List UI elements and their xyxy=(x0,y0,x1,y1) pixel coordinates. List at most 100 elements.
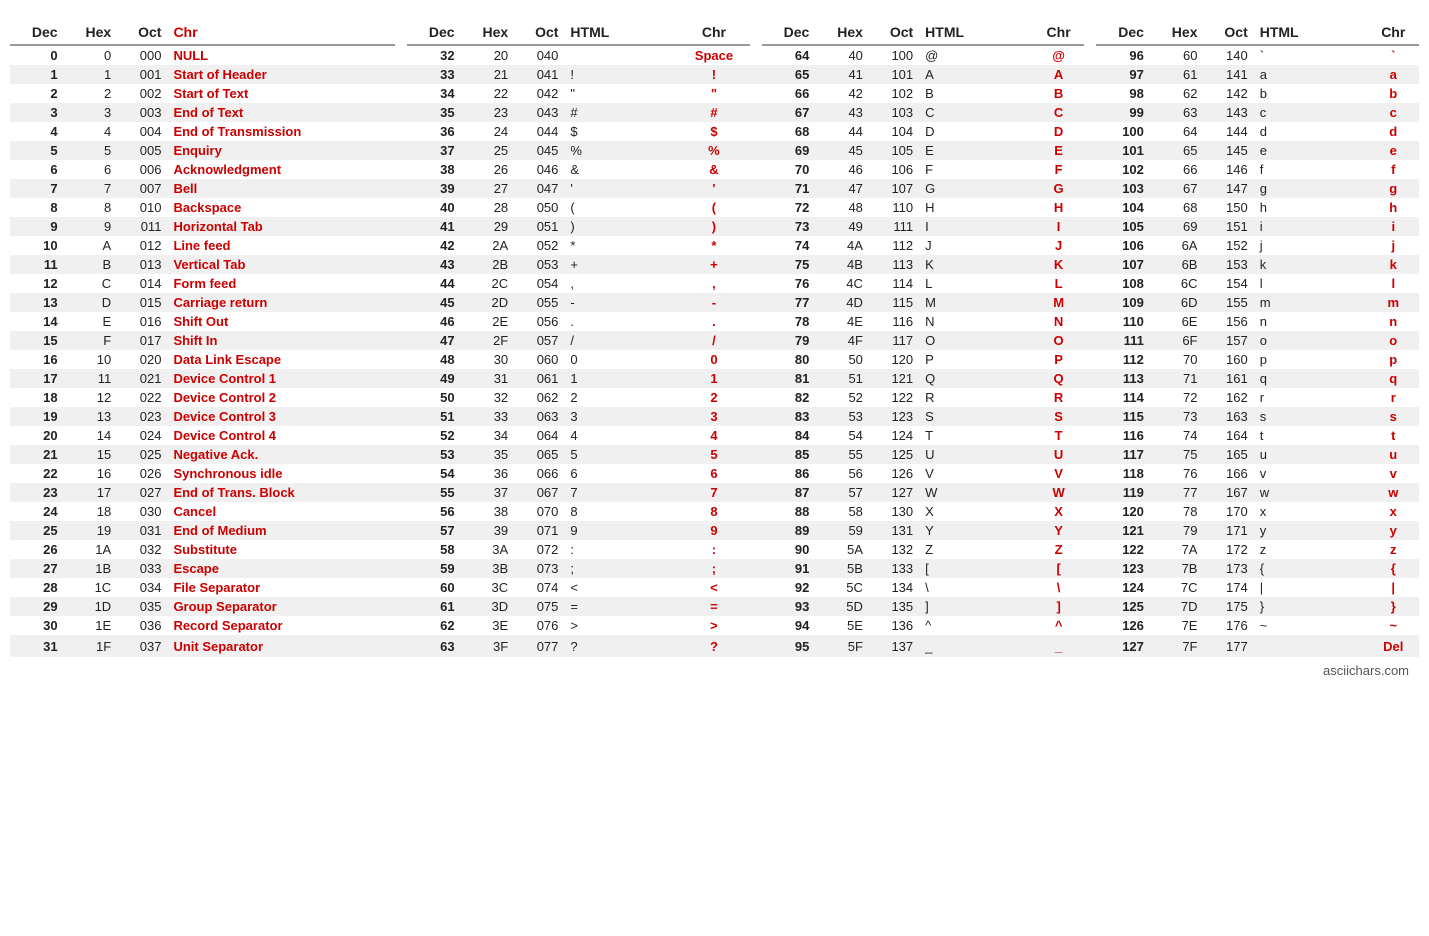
dec-4: 104 xyxy=(1096,198,1150,217)
dec-2: 44 xyxy=(407,274,461,293)
oct-2: 050 xyxy=(514,198,564,217)
table-row: 16 10 020 Data Link Escape 48 30 060 0 0… xyxy=(10,350,1419,369)
oct-4: 174 xyxy=(1203,578,1253,597)
oct-4: 166 xyxy=(1203,464,1253,483)
oct-1: 034 xyxy=(117,578,167,597)
hex-2: 21 xyxy=(461,65,515,84)
dec-1: 27 xyxy=(10,559,64,578)
chr-3: ] xyxy=(1033,597,1084,616)
hex-2: 3F xyxy=(461,635,515,657)
oct-1: 031 xyxy=(117,521,167,540)
chr-4: z xyxy=(1368,540,1420,559)
dec-3: 95 xyxy=(762,635,816,657)
oct-2: 072 xyxy=(514,540,564,559)
html-2: 2 xyxy=(564,388,678,407)
chr-2: * xyxy=(678,236,750,255)
chr-2: ! xyxy=(678,65,750,84)
html-4: a xyxy=(1254,65,1368,84)
hex-4: 7A xyxy=(1150,540,1204,559)
dec-3: 64 xyxy=(762,45,816,65)
dec-2: 58 xyxy=(407,540,461,559)
html-2: = xyxy=(564,597,678,616)
chr-3: K xyxy=(1033,255,1084,274)
hex-2: 33 xyxy=(461,407,515,426)
html-3: N xyxy=(919,312,1033,331)
col-html-4: HTML xyxy=(1254,20,1368,45)
oct-1: 003 xyxy=(117,103,167,122)
dec-4: 114 xyxy=(1096,388,1150,407)
dec-4: 110 xyxy=(1096,312,1150,331)
chr-4: i xyxy=(1368,217,1420,236)
hex-2: 2A xyxy=(461,236,515,255)
oct-2: 064 xyxy=(514,426,564,445)
dec-2: 47 xyxy=(407,331,461,350)
html-3: ] xyxy=(919,597,1033,616)
oct-3: 107 xyxy=(869,179,919,198)
hex-2: 3B xyxy=(461,559,515,578)
hex-3: 58 xyxy=(815,502,869,521)
table-row: 6 6 006 Acknowledgment 38 26 046 & & 70 … xyxy=(10,160,1419,179)
hex-1: 1 xyxy=(64,65,118,84)
hex-3: 50 xyxy=(815,350,869,369)
dec-3: 82 xyxy=(762,388,816,407)
page-wrapper: { "title": "ASCII Character Table", "foo… xyxy=(0,0,1429,936)
dec-1: 25 xyxy=(10,521,64,540)
table-row: 13 D 015 Carriage return 45 2D 055 - - 7… xyxy=(10,293,1419,312)
chr-3: G xyxy=(1033,179,1084,198)
dec-4: 121 xyxy=(1096,521,1150,540)
col-hex-4: Hex xyxy=(1150,20,1204,45)
oct-3: 114 xyxy=(869,274,919,293)
oct-1: 035 xyxy=(117,597,167,616)
hex-2: 3C xyxy=(461,578,515,597)
hex-2: 2E xyxy=(461,312,515,331)
hex-3: 5B xyxy=(815,559,869,578)
dec-1: 12 xyxy=(10,274,64,293)
hex-3: 51 xyxy=(815,369,869,388)
hex-1: B xyxy=(64,255,118,274)
hex-2: 35 xyxy=(461,445,515,464)
dec-3: 80 xyxy=(762,350,816,369)
col-html-2: HTML xyxy=(564,20,678,45)
oct-2: 040 xyxy=(514,45,564,65)
dec-3: 92 xyxy=(762,578,816,597)
chr-2: / xyxy=(678,331,750,350)
oct-4: 146 xyxy=(1203,160,1253,179)
dec-2: 51 xyxy=(407,407,461,426)
oct-2: 055 xyxy=(514,293,564,312)
oct-4: 152 xyxy=(1203,236,1253,255)
oct-3: 134 xyxy=(869,578,919,597)
oct-1: 032 xyxy=(117,540,167,559)
hex-1: 17 xyxy=(64,483,118,502)
oct-1: 024 xyxy=(117,426,167,445)
html-2: 3 xyxy=(564,407,678,426)
dec-2: 48 xyxy=(407,350,461,369)
dec-4: 122 xyxy=(1096,540,1150,559)
oct-3: 106 xyxy=(869,160,919,179)
name-1: Start of Text xyxy=(167,84,395,103)
oct-1: 030 xyxy=(117,502,167,521)
oct-2: 062 xyxy=(514,388,564,407)
html-3: B xyxy=(919,84,1033,103)
html-4: { xyxy=(1254,559,1368,578)
oct-2: 067 xyxy=(514,483,564,502)
chr-2: 2 xyxy=(678,388,750,407)
oct-2: 047 xyxy=(514,179,564,198)
html-4: k xyxy=(1254,255,1368,274)
oct-1: 001 xyxy=(117,65,167,84)
chr-3: J xyxy=(1033,236,1084,255)
dec-2: 43 xyxy=(407,255,461,274)
dec-4: 125 xyxy=(1096,597,1150,616)
html-3: A xyxy=(919,65,1033,84)
oct-4: 155 xyxy=(1203,293,1253,312)
oct-1: 015 xyxy=(117,293,167,312)
dec-2: 56 xyxy=(407,502,461,521)
col-hex-1: Hex xyxy=(64,20,118,45)
oct-4: 150 xyxy=(1203,198,1253,217)
html-3: Q xyxy=(919,369,1033,388)
hex-2: 32 xyxy=(461,388,515,407)
oct-2: 045 xyxy=(514,141,564,160)
table-row: 8 8 010 Backspace 40 28 050 ( ( 72 48 11… xyxy=(10,198,1419,217)
oct-3: 117 xyxy=(869,331,919,350)
oct-1: 037 xyxy=(117,635,167,657)
dec-1: 26 xyxy=(10,540,64,559)
